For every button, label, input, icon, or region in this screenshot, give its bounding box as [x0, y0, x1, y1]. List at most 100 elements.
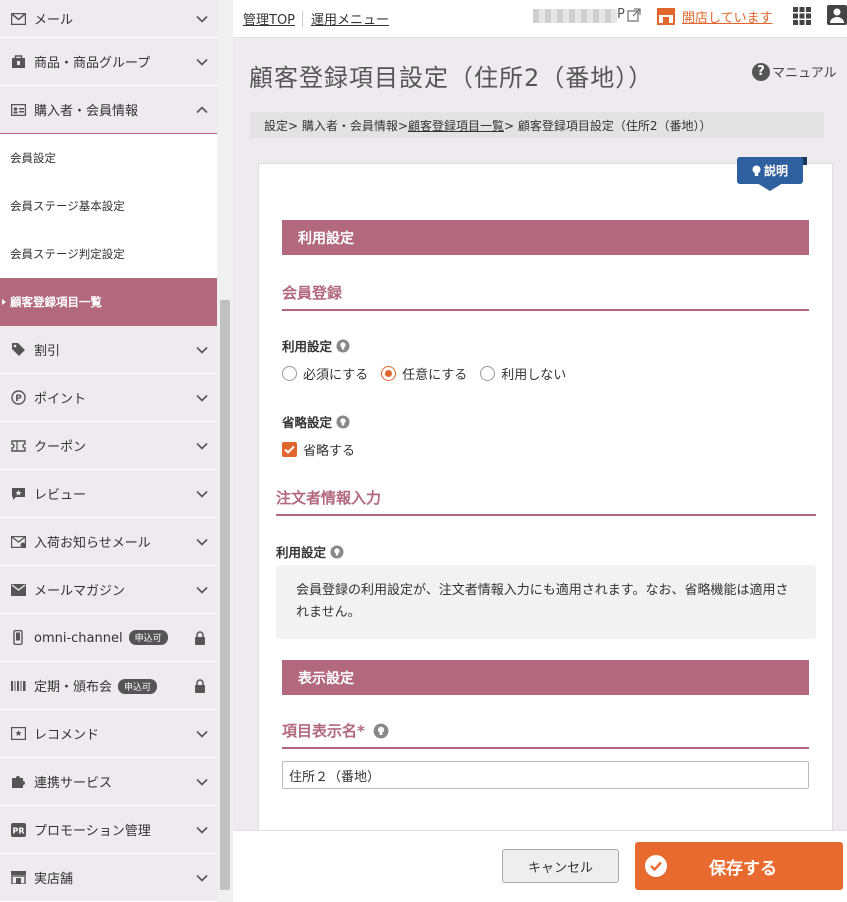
- omit-checkbox-label: 省略する: [303, 444, 356, 459]
- point-icon: P: [10, 390, 26, 406]
- check-circle-icon: [645, 855, 667, 877]
- phone-icon: [10, 630, 26, 646]
- external-link-icon: [627, 8, 641, 22]
- store-open-status[interactable]: 開店しています: [682, 7, 773, 26]
- order-info-heading: 注文者情報入力: [276, 487, 816, 516]
- chevron-down-icon: [196, 826, 208, 834]
- svg-text:P: P: [15, 394, 22, 404]
- sidebar-item-omni-channel[interactable]: omni-channel 申込可: [0, 614, 217, 662]
- manual-link[interactable]: ? マニュアル: [752, 62, 837, 81]
- puzzle-icon: [10, 774, 26, 790]
- sidebar-subitem-customer-fields[interactable]: 顧客登録項目一覧: [0, 278, 217, 326]
- breadcrumb-text: 設定> 購入者・会員情報>: [264, 118, 408, 133]
- sidebar-subitem-stage-judgement[interactable]: 会員ステージ判定設定: [0, 230, 217, 278]
- sidebar-item-coupon[interactable]: クーポン: [0, 422, 217, 470]
- sidebar-item-label: メール: [34, 13, 74, 28]
- breadcrumb-current: > 顧客登録項目設定（住所2（番地））: [503, 118, 712, 133]
- scrollbar-thumb[interactable]: [220, 300, 230, 890]
- chevron-down-icon: [196, 490, 208, 498]
- product-bag-icon: [10, 54, 26, 70]
- sidebar-item-label: 定期・頒布会: [34, 680, 113, 695]
- sidebar-item-mail[interactable]: メール: [0, 0, 217, 38]
- hint-bulb-icon[interactable]: [373, 723, 389, 739]
- lock-icon: [195, 630, 205, 645]
- app-grid-icon[interactable]: [793, 7, 811, 25]
- coupon-icon: [10, 438, 26, 454]
- sidebar-item-points[interactable]: P ポイント: [0, 374, 217, 422]
- store-front-icon: [10, 870, 26, 886]
- sidebar-item-restock-mail[interactable]: 入荷お知らせメール: [0, 518, 217, 566]
- user-icon[interactable]: [827, 5, 847, 25]
- explanation-label: 説明: [763, 164, 788, 178]
- sidebar-item-subscription[interactable]: 定期・頒布会 申込可: [0, 662, 217, 710]
- review-icon: [10, 486, 26, 502]
- chevron-up-icon: [196, 105, 208, 113]
- chevron-down-icon: [196, 346, 208, 354]
- radio-optional[interactable]: 任意にする: [381, 364, 467, 383]
- omit-checkbox-row[interactable]: 省略する: [282, 440, 355, 459]
- pr-icon: PR: [10, 822, 26, 838]
- display-name-input[interactable]: [282, 761, 809, 789]
- breadcrumb: 設定> 購入者・会員情報> 顧客登録項目一覧 > 顧客登録項目設定（住所2（番地…: [250, 112, 824, 138]
- shop-link[interactable]: P: [617, 7, 625, 22]
- chevron-down-icon: [196, 442, 208, 450]
- member-registration-heading: 会員登録: [282, 282, 809, 311]
- sidebar-subitem-member-settings[interactable]: 会員設定: [0, 134, 217, 182]
- sidebar-item-members[interactable]: 購入者・会員情報: [0, 86, 217, 134]
- sidebar-item-label: ポイント: [34, 392, 87, 407]
- divider: [302, 10, 304, 27]
- usage-section-header: 利用設定: [282, 220, 809, 255]
- page-title: 顧客登録項目設定（住所2（番地））: [249, 64, 654, 92]
- hint-bulb-icon[interactable]: [330, 545, 344, 559]
- display-name-label: 項目表示名*: [282, 722, 365, 740]
- apply-available-badge: 申込可: [128, 629, 168, 645]
- sidebar-item-label: 実店舗: [34, 872, 74, 887]
- sidebar-item-promotion[interactable]: PR プロモーション管理: [0, 806, 217, 854]
- operations-menu-link[interactable]: 運用メニュー: [311, 9, 389, 28]
- sidebar-item-recommend[interactable]: レコメンド: [0, 710, 217, 758]
- sidebar-item-label: レコメンド: [34, 728, 100, 743]
- admin-top-link[interactable]: 管理TOP: [243, 9, 295, 28]
- hint-bulb-icon[interactable]: [336, 415, 350, 429]
- radio-button[interactable]: [480, 366, 496, 381]
- store-icon: [657, 8, 675, 25]
- sidebar-item-review[interactable]: レビュー: [0, 470, 217, 518]
- help-question-icon: ?: [752, 62, 770, 81]
- cancel-button[interactable]: キャンセル: [502, 849, 619, 883]
- manual-label: マニュアル: [772, 66, 837, 81]
- save-button[interactable]: 保存する: [635, 842, 843, 890]
- radio-required[interactable]: 必須にする: [282, 364, 368, 383]
- mail-icon: [10, 11, 26, 27]
- sidebar-item-discount[interactable]: 割引: [0, 326, 217, 374]
- sidebar-item-products[interactable]: 商品・商品グループ: [0, 38, 217, 86]
- radio-button[interactable]: [282, 366, 297, 381]
- sidebar-item-physical-store[interactable]: 実店舗: [0, 854, 217, 902]
- page-header: 顧客登録項目設定（住所2（番地）） ? マニュアル: [233, 38, 847, 108]
- subscription-icon: [10, 678, 26, 694]
- sidebar-item-label: 入荷お知らせメール: [34, 536, 151, 551]
- radio-not-used[interactable]: 利用しない: [480, 364, 566, 383]
- hint-bulb-icon[interactable]: [336, 339, 350, 353]
- chevron-down-icon: [196, 874, 208, 882]
- chevron-down-icon: [196, 586, 208, 594]
- chevron-down-icon: [196, 778, 208, 786]
- omit-setting-label: 省略設定: [282, 415, 333, 430]
- breadcrumb-link[interactable]: 顧客登録項目一覧: [408, 117, 504, 134]
- sidebar-item-label: 購入者・会員情報: [34, 104, 139, 119]
- sidebar-subitem-stage-basic[interactable]: 会員ステージ基本設定: [0, 182, 217, 230]
- radio-button-selected[interactable]: [381, 366, 397, 381]
- member-card-icon: [10, 102, 26, 118]
- chevron-down-icon: [196, 394, 208, 402]
- apply-available-badge: 申込可: [118, 679, 158, 694]
- order-usage-label: 利用設定: [276, 545, 327, 560]
- sidebar-item-label: レビュー: [34, 488, 87, 503]
- sidebar-scrollbar[interactable]: [217, 0, 233, 902]
- sidebar-item-mail-magazine[interactable]: メールマガジン: [0, 566, 217, 614]
- omit-checkbox[interactable]: [282, 442, 297, 457]
- sidebar-item-label: メールマガジン: [34, 584, 126, 599]
- sidebar-item-label: omni-channel: [34, 630, 123, 646]
- order-info-note: 会員登録の利用設定が、注文者情報入力にも適用されます。なお、省略機能は適用されま…: [276, 565, 816, 639]
- sidebar-item-integrations[interactable]: 連携サービス: [0, 758, 217, 806]
- svg-text:PR: PR: [12, 826, 24, 835]
- explanation-button[interactable]: 説明: [737, 157, 807, 194]
